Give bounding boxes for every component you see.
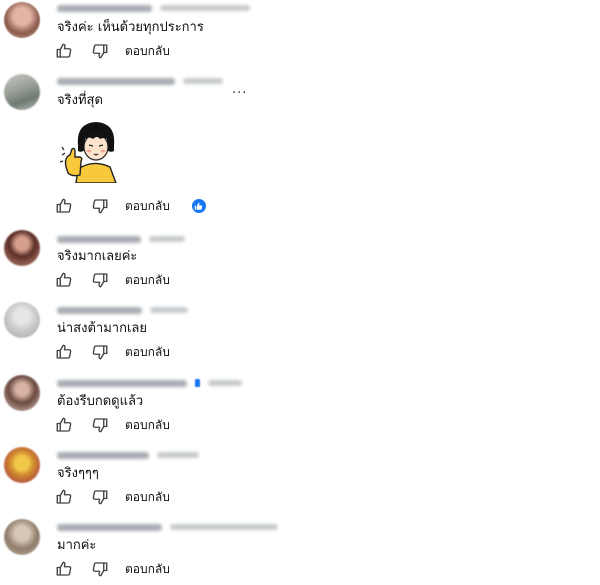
author-name-blurred[interactable] — [57, 235, 141, 243]
comment-text: จริงๆๆๆ — [57, 466, 99, 481]
comment-actions: ตอบกลับ — [55, 416, 170, 434]
timestamp-blurred — [170, 524, 278, 530]
timestamp-blurred — [150, 307, 188, 313]
thumbs-down-icon[interactable] — [91, 416, 109, 434]
thumbs-up-icon[interactable] — [55, 197, 73, 215]
comment-text: จริงค่ะ เห็นด้วยทุกประการ — [57, 20, 204, 35]
thumbs-up-icon[interactable] — [55, 416, 73, 434]
verified-badge-icon — [195, 379, 200, 387]
comment-text: มากค่ะ — [57, 538, 97, 553]
timestamp-blurred — [149, 236, 185, 242]
comment-actions: ตอบกลับ — [55, 560, 170, 578]
timestamp-blurred — [157, 452, 199, 458]
comment-meta — [57, 77, 223, 85]
comment-meta — [57, 4, 250, 12]
reply-button[interactable]: ตอบกลับ — [125, 42, 170, 60]
comment-actions: ตอบกลับ — [55, 343, 170, 361]
reply-button[interactable]: ตอบกลับ — [125, 488, 170, 506]
avatar[interactable] — [4, 302, 40, 338]
thumbs-up-icon[interactable] — [55, 560, 73, 578]
avatar[interactable] — [4, 2, 40, 38]
timestamp-blurred — [160, 5, 250, 11]
creator-like-badge-icon — [191, 199, 206, 213]
thumbs-down-icon[interactable] — [91, 197, 109, 215]
thumbs-down-icon[interactable] — [91, 488, 109, 506]
comment-meta — [57, 379, 242, 387]
thumbs-down-icon[interactable] — [91, 271, 109, 289]
girl-thumbs-up-sticker-icon — [59, 117, 126, 184]
thumbs-up-icon[interactable] — [55, 271, 73, 289]
thumbs-up-icon[interactable] — [55, 488, 73, 506]
reply-button[interactable]: ตอบกลับ — [125, 343, 170, 361]
reply-button[interactable]: ตอบกลับ — [125, 271, 170, 289]
comment-actions: ตอบกลับ — [55, 488, 170, 506]
thumbs-down-icon[interactable] — [91, 343, 109, 361]
comment-meta — [57, 451, 199, 459]
reply-button[interactable]: ตอบกลับ — [125, 197, 170, 215]
author-name-blurred[interactable] — [57, 306, 142, 314]
thumbs-up-icon[interactable] — [55, 343, 73, 361]
thumbs-down-icon[interactable] — [91, 560, 109, 578]
thumbs-up-icon[interactable] — [55, 42, 73, 60]
comment-meta — [57, 306, 188, 314]
comment-text: ต้องรีบกดดูแล้ว — [57, 394, 144, 409]
timestamp-blurred — [208, 380, 242, 386]
thumbs-down-icon[interactable] — [91, 42, 109, 60]
reply-button[interactable]: ตอบกลับ — [125, 560, 170, 578]
more-options-button[interactable]: ... — [232, 82, 247, 97]
comment-text: จริงที่สุด — [57, 93, 103, 108]
comment-meta — [57, 523, 278, 531]
timestamp-blurred — [183, 78, 223, 84]
comment-meta — [57, 235, 185, 243]
avatar[interactable] — [4, 375, 40, 411]
author-name-blurred[interactable] — [57, 4, 152, 12]
comment-actions: ตอบกลับ — [55, 42, 170, 60]
reply-button[interactable]: ตอบกลับ — [125, 416, 170, 434]
comment-text: น่าสงต้ามากเลย — [57, 321, 147, 336]
avatar[interactable] — [4, 519, 40, 555]
author-name-blurred[interactable] — [57, 77, 175, 85]
avatar[interactable] — [4, 74, 40, 110]
author-name-blurred[interactable] — [57, 523, 162, 531]
comment-text: จริงมากเลยค่ะ — [57, 249, 138, 264]
comment-actions: ตอบกลับ — [55, 197, 206, 215]
author-name-blurred[interactable] — [57, 451, 149, 459]
avatar[interactable] — [4, 230, 40, 266]
avatar[interactable] — [4, 447, 40, 483]
author-name-blurred[interactable] — [57, 379, 187, 387]
comment-actions: ตอบกลับ — [55, 271, 170, 289]
